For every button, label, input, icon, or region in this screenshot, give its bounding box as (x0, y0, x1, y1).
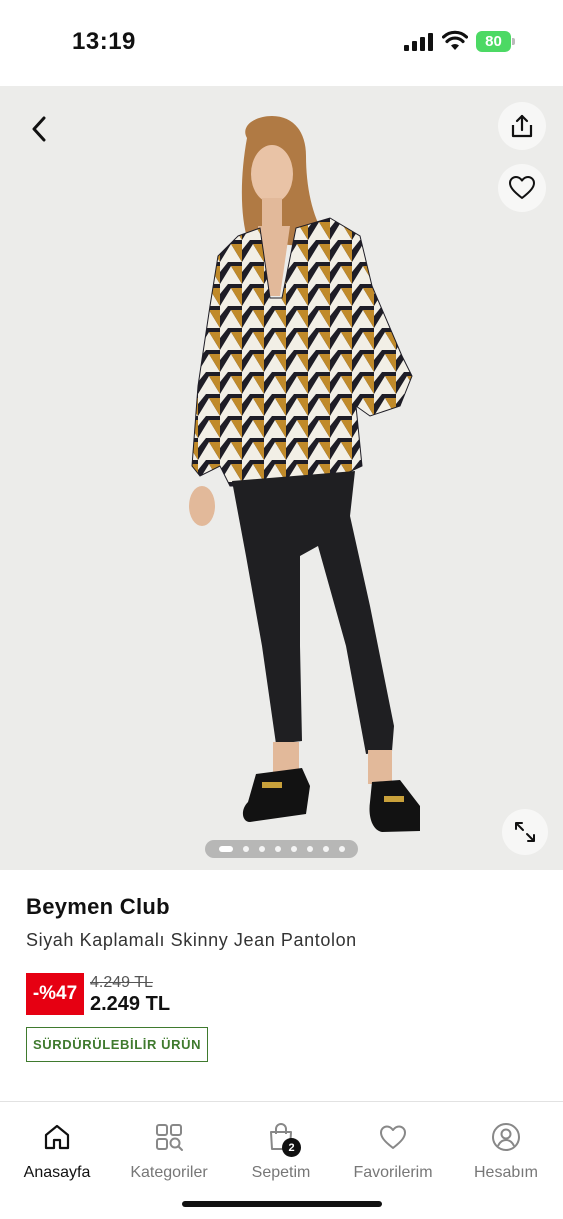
tab-home[interactable]: Anasayfa (1, 1122, 113, 1182)
share-button[interactable] (498, 102, 546, 150)
user-icon (492, 1123, 520, 1151)
pager-dot[interactable] (258, 846, 265, 852)
status-bar: 13:19 80 (0, 0, 563, 86)
image-pager[interactable] (205, 840, 358, 858)
pager-dot[interactable] (338, 846, 345, 852)
cart-icon-wrap: 2 (266, 1122, 301, 1157)
cart-count-badge: 2 (282, 1138, 301, 1157)
battery-icon: 80 (476, 31, 516, 52)
product-photo (189, 116, 420, 832)
sustainable-product-tag[interactable]: SÜRDÜRÜLEBİLİR ÜRÜN (26, 1027, 209, 1062)
heart-icon (380, 1125, 406, 1149)
categories-icon (156, 1124, 183, 1151)
status-time: 13:19 (72, 28, 136, 55)
chevron-left-icon (32, 116, 46, 142)
pager-dot[interactable] (218, 846, 233, 852)
pager-dot[interactable] (242, 846, 249, 852)
tab-cart[interactable]: 2 Sepetim (225, 1122, 337, 1182)
tab-categories[interactable]: Kategoriler (113, 1122, 225, 1182)
tab-account[interactable]: Hesabım (450, 1122, 562, 1182)
favorite-button[interactable] (498, 164, 546, 212)
tab-label: Hesabım (473, 1164, 539, 1181)
product-name: Siyah Kaplamalı Skinny Jean Pantolon (26, 930, 357, 950)
back-button[interactable] (22, 112, 56, 146)
discount-badge: -%47 (26, 973, 84, 1015)
fullscreen-button[interactable] (502, 809, 548, 855)
heart-icon (509, 176, 535, 199)
tab-label: Favorilerim (353, 1164, 433, 1181)
old-price: 4.249 TL (90, 974, 153, 991)
signal-icon (404, 33, 434, 51)
product-image-gallery[interactable] (0, 86, 563, 870)
tab-favorites[interactable]: Favorilerim (337, 1122, 449, 1182)
tab-label: Kategoriler (130, 1164, 208, 1181)
expand-icon (515, 822, 535, 842)
brand-name[interactable]: Beymen Club (26, 894, 170, 920)
wifi-icon (442, 30, 468, 50)
tab-label: Sepetim (251, 1164, 311, 1181)
home-indicator (182, 1201, 382, 1207)
battery-level: 80 (476, 31, 511, 52)
pager-dot[interactable] (290, 846, 297, 852)
pager-dot[interactable] (322, 846, 329, 852)
current-price: 2.249 TL (90, 993, 171, 1015)
home-icon (44, 1124, 70, 1150)
tab-label: Anasayfa (23, 1164, 91, 1181)
share-icon (511, 114, 533, 138)
pager-dot[interactable] (274, 846, 281, 852)
pager-dot[interactable] (306, 846, 313, 852)
